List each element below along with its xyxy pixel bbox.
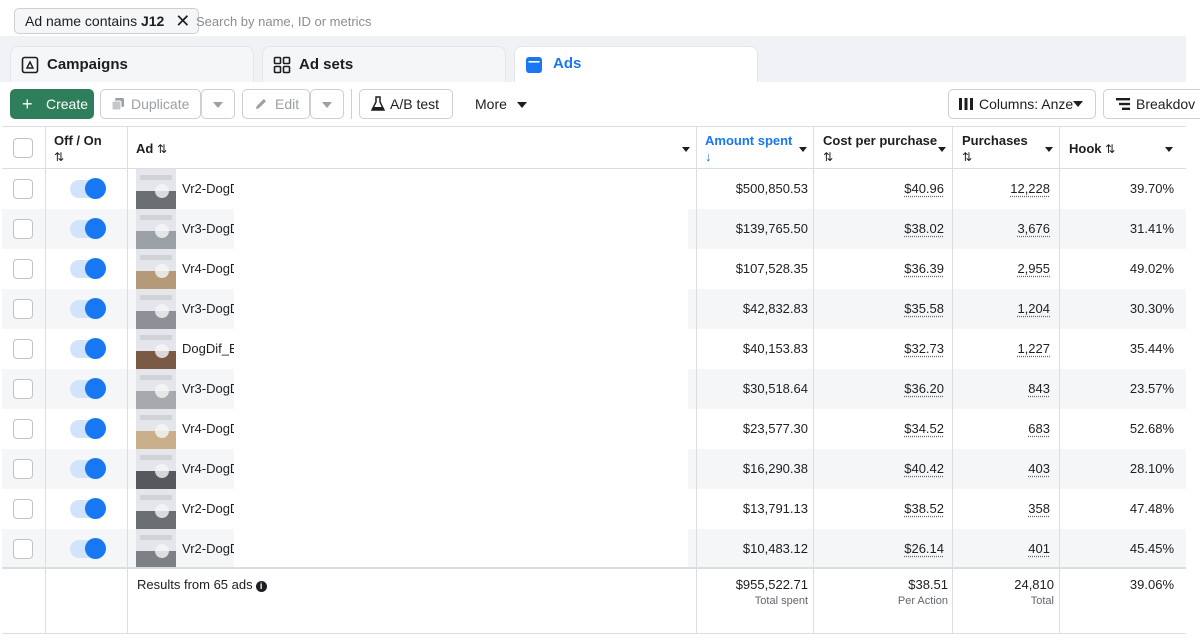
filter-chip[interactable]: Ad name contains J12 ✕ [14, 8, 200, 34]
column-divider [953, 127, 1060, 633]
tab-label: Campaigns [47, 56, 128, 73]
duplicate-dropdown-button[interactable] [201, 89, 235, 119]
average-hook-value: 39.06% [1129, 577, 1174, 592]
level-tabs: Campaigns Ad sets Ads [0, 36, 1186, 82]
ab-test-button[interactable]: A/B test [359, 89, 453, 119]
tab-label: Ads [553, 55, 582, 72]
edit-button[interactable]: Edit [242, 89, 310, 119]
breakdown-icon [1116, 98, 1130, 110]
duplicate-icon [111, 98, 124, 111]
chevron-down-icon [516, 102, 527, 109]
breakdown-button[interactable]: Breakdov [1103, 89, 1200, 119]
chevron-down-icon [322, 102, 332, 109]
search-input[interactable] [196, 8, 896, 34]
ads-table: Vr2-DogD $500,850.53 $40.96 12,228 39.70% Vr3… [2, 126, 1186, 634]
plus-icon: + [22, 94, 33, 114]
pencil-icon [256, 99, 266, 109]
more-button[interactable]: More [462, 89, 532, 119]
hook-cell: 52.68% [1129, 421, 1174, 436]
hook-cell: 35.44% [1129, 341, 1174, 356]
chevron-down-icon[interactable] [1165, 147, 1173, 152]
hook-cell: 28.10% [1129, 461, 1174, 476]
grid-icon [273, 56, 291, 74]
chevron-down-icon [1073, 101, 1083, 107]
flask-icon [371, 96, 385, 111]
hook-cell: 23.57% [1129, 381, 1174, 396]
close-icon[interactable]: ✕ [175, 9, 190, 33]
campaign-icon [21, 56, 39, 74]
hook-cell: 45.45% [1129, 541, 1174, 556]
create-button[interactable]: + Create [10, 89, 94, 119]
tab-campaigns[interactable]: Campaigns [10, 46, 254, 82]
hook-cell: 31.41% [1129, 221, 1174, 236]
hook-cell: 30.30% [1129, 301, 1174, 316]
tab-label: Ad sets [299, 56, 354, 73]
column-divider [128, 127, 697, 633]
divider [351, 89, 352, 119]
column-divider [697, 127, 814, 633]
tab-ads[interactable]: Ads [514, 46, 758, 82]
ads-icon [526, 57, 542, 73]
create-label: Create [45, 96, 89, 112]
hook-cell: 47.48% [1129, 501, 1174, 516]
filter-chip-prefix: Ad name contains [25, 13, 141, 29]
duplicate-label: Duplicate [131, 96, 190, 112]
chevron-down-icon [213, 102, 223, 109]
filter-chip-value: J12 [140, 13, 165, 29]
edit-label: Edit [275, 96, 300, 112]
column-divider [2, 127, 46, 633]
columns-label: Columns: Anze [979, 96, 1074, 112]
more-label: More [475, 96, 507, 112]
ab-test-label: A/B test [390, 96, 440, 112]
tab-ad-sets[interactable]: Ad sets [262, 46, 506, 82]
header-hook[interactable]: Hook ⇅ [1069, 141, 1115, 157]
duplicate-button[interactable]: Duplicate [100, 89, 201, 119]
columns-button[interactable]: Columns: Anze [948, 89, 1096, 119]
hook-cell: 49.02% [1129, 261, 1174, 276]
hook-cell: 39.70% [1129, 181, 1174, 196]
sort-icon: ⇅ [1105, 142, 1116, 156]
column-divider [814, 127, 953, 633]
header-label: Hook [1069, 141, 1102, 156]
column-divider [46, 127, 128, 633]
columns-icon [959, 98, 973, 110]
edit-dropdown-button[interactable] [310, 89, 344, 119]
toolbar: + Create Duplicate Edit A/B test More Col… [0, 82, 1200, 126]
breakdown-label: Breakdov [1136, 96, 1196, 112]
